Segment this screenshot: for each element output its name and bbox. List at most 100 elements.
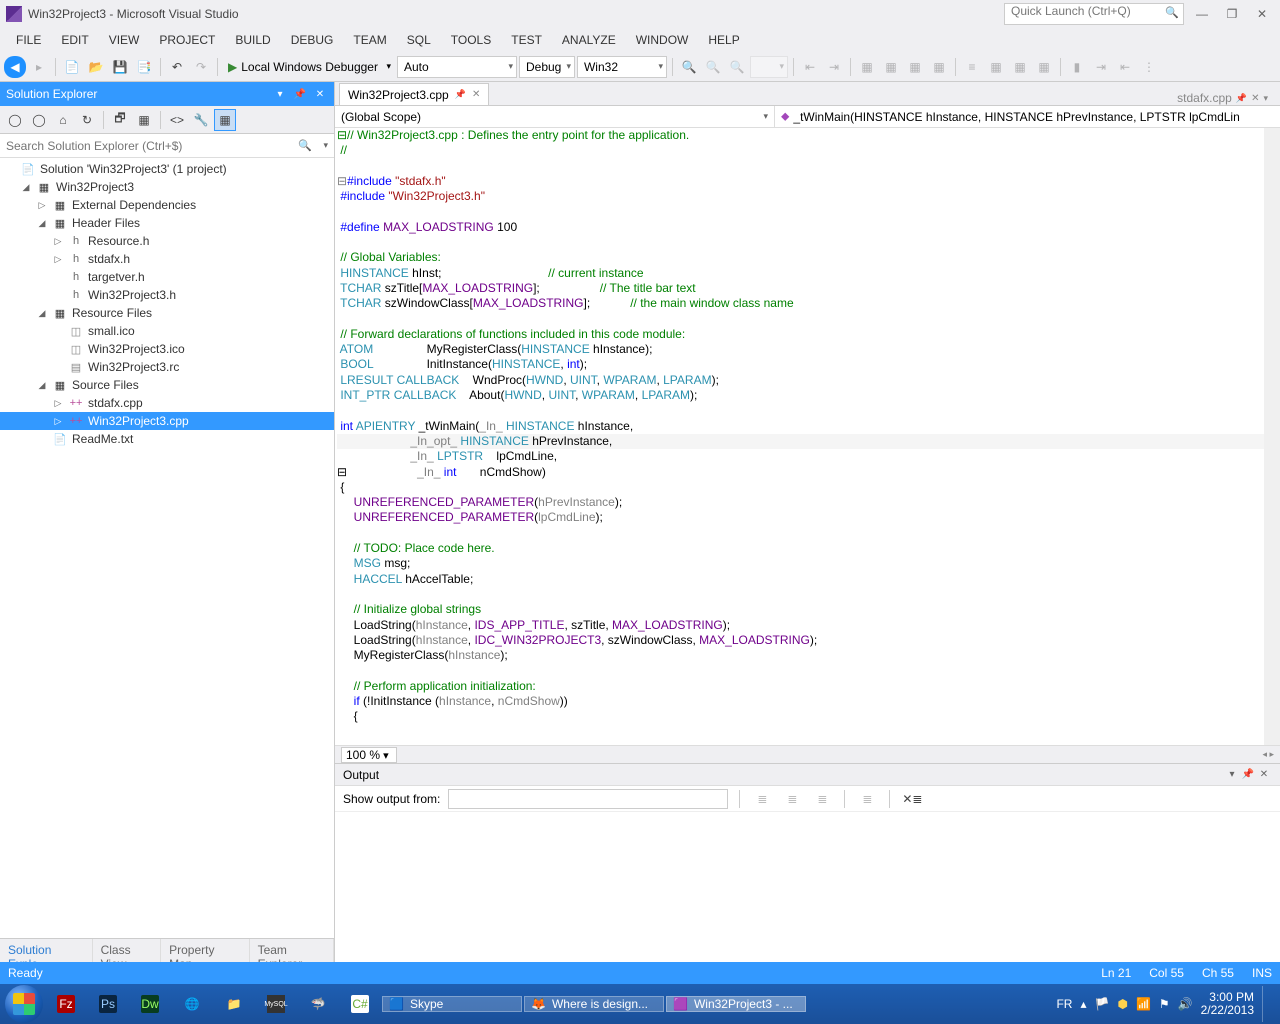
menu-edit[interactable]: EDIT: [51, 29, 98, 51]
tray-net-icon[interactable]: 📶: [1136, 997, 1151, 1011]
se-code-icon[interactable]: <>: [166, 109, 188, 131]
tree-small-ico[interactable]: ◫small.ico: [0, 322, 334, 340]
sidebar-tab-3[interactable]: Team Explorer: [250, 939, 334, 962]
task-chrome[interactable]: 🌐: [172, 986, 212, 1022]
preview-dd-icon[interactable]: ▾: [1263, 93, 1268, 104]
scope-combo-left[interactable]: (Global Scope): [335, 106, 775, 127]
tray-vol-icon[interactable]: 🔊: [1178, 997, 1193, 1011]
sidebar-tab-1[interactable]: Class View: [93, 939, 162, 962]
minimize-button[interactable]: —: [1190, 4, 1214, 24]
panel-dropdown-button[interactable]: ▾: [272, 86, 288, 102]
tree-win32project3-ico[interactable]: ◫Win32Project3.ico: [0, 340, 334, 358]
lang-indicator[interactable]: FR: [1056, 997, 1072, 1011]
task-csharp[interactable]: C#: [340, 986, 380, 1022]
task-where-is-design---[interactable]: 🦊Where is design...: [524, 996, 664, 1012]
task-mysql[interactable]: MySQL: [256, 986, 296, 1022]
preview-pin-icon[interactable]: 📌: [1236, 93, 1247, 104]
close-button[interactable]: ✕: [1250, 4, 1274, 24]
menu-project[interactable]: PROJECT: [149, 29, 225, 51]
tray-av-icon[interactable]: ⬢: [1117, 997, 1127, 1011]
menu-debug[interactable]: DEBUG: [281, 29, 344, 51]
tree-header-files[interactable]: ◢▦Header Files: [0, 214, 334, 232]
restore-button[interactable]: ❐: [1220, 4, 1244, 24]
sidebar-tab-0[interactable]: Solution Explo...: [0, 939, 93, 962]
zoom1-icon[interactable]: 🔍: [702, 56, 724, 78]
quick-launch-input[interactable]: Quick Launch (Ctrl+Q): [1004, 3, 1184, 25]
save-all-button[interactable]: 📑: [133, 56, 155, 78]
tree-solution--win32project3---1-project-[interactable]: 📄Solution 'Win32Project3' (1 project): [0, 160, 334, 178]
new-project-button[interactable]: 📄: [61, 56, 83, 78]
output-source-combo[interactable]: [448, 789, 728, 809]
tree-targetver-h[interactable]: htargetver.h: [0, 268, 334, 286]
pin-icon[interactable]: 📌: [455, 89, 466, 100]
menu-team[interactable]: TEAM: [343, 29, 396, 51]
zoom-combo[interactable]: 100 % ▾: [341, 747, 397, 763]
tab-close-icon[interactable]: ✕: [472, 89, 480, 100]
preview-tab[interactable]: stdafx.cpp 📌 ✕ ▾: [1169, 91, 1276, 105]
config-combo[interactable]: Debug: [519, 56, 575, 78]
save-button[interactable]: 💾: [109, 56, 131, 78]
tree-win32project3-cpp[interactable]: ▷++Win32Project3.cpp: [0, 412, 334, 430]
menu-file[interactable]: FILE: [6, 29, 51, 51]
tray-clock[interactable]: 3:00 PM 2/22/2013: [1201, 991, 1254, 1017]
menu-analyze[interactable]: ANALYZE: [552, 29, 626, 51]
open-button[interactable]: 📂: [85, 56, 107, 78]
solution-search-input[interactable]: [6, 139, 328, 153]
tree-readme-txt[interactable]: 📄ReadMe.txt: [0, 430, 334, 448]
se-showall-icon[interactable]: ▦: [133, 109, 155, 131]
menu-window[interactable]: WINDOW: [626, 29, 699, 51]
task-skype[interactable]: 🟦Skype: [382, 996, 522, 1012]
menu-view[interactable]: VIEW: [99, 29, 150, 51]
se-refresh-icon[interactable]: 🗗: [109, 109, 131, 131]
tree-stdafx-cpp[interactable]: ▷++stdafx.cpp: [0, 394, 334, 412]
output-body[interactable]: [335, 812, 1280, 962]
tree-resource-files[interactable]: ◢▦Resource Files: [0, 304, 334, 322]
find-button[interactable]: 🔍: [678, 56, 700, 78]
panel-pin-button[interactable]: 📌: [292, 86, 308, 102]
tray-up-icon[interactable]: ▴: [1080, 997, 1086, 1011]
tree-source-files[interactable]: ◢▦Source Files: [0, 376, 334, 394]
sidebar-tab-2[interactable]: Property Man...: [161, 939, 249, 962]
tray-flag-icon[interactable]: 🏳️: [1095, 997, 1110, 1011]
menu-tools[interactable]: TOOLS: [441, 29, 501, 51]
se-fwd-icon[interactable]: ◯: [28, 109, 50, 131]
menu-help[interactable]: HELP: [698, 29, 749, 51]
redo-button[interactable]: ↷: [190, 56, 212, 78]
zoom2-icon[interactable]: 🔍: [726, 56, 748, 78]
start-button[interactable]: [4, 986, 44, 1022]
se-preview-icon[interactable]: ▦: [214, 109, 236, 131]
panel-close-button[interactable]: ✕: [312, 86, 328, 102]
task-photoshop[interactable]: Ps: [88, 986, 128, 1022]
menu-build[interactable]: BUILD: [225, 29, 280, 51]
se-home-icon[interactable]: ⌂: [52, 109, 74, 131]
tree-resource-h[interactable]: ▷hResource.h: [0, 232, 334, 250]
se-back-icon[interactable]: ◯: [4, 109, 26, 131]
task-win32project3------[interactable]: 🟪Win32Project3 - ...: [666, 996, 806, 1012]
start-debug-button[interactable]: ▶Local Windows Debugger: [223, 56, 395, 78]
solution-config-combo[interactable]: Auto: [397, 56, 517, 78]
system-tray[interactable]: FR ▴ 🏳️ ⬢ 📶 ⚑ 🔊 3:00 PM 2/22/2013: [1050, 986, 1276, 1022]
task-explorer[interactable]: 📁: [214, 986, 254, 1022]
show-desktop-button[interactable]: [1262, 986, 1270, 1022]
scope-combo-right[interactable]: ⬥ _tWinMain(HINSTANCE hInstance, HINSTAN…: [775, 106, 1280, 127]
se-prop-icon[interactable]: 🔧: [190, 109, 212, 131]
output-close-button[interactable]: ✕: [1256, 767, 1272, 783]
nav-back-button[interactable]: ◀: [4, 56, 26, 78]
output-pin-button[interactable]: 📌: [1240, 767, 1256, 783]
tree-win32project3[interactable]: ◢▦Win32Project3: [0, 178, 334, 196]
undo-button[interactable]: ↶: [166, 56, 188, 78]
solution-tree[interactable]: 📄Solution 'Win32Project3' (1 project)◢▦W…: [0, 158, 334, 938]
vertical-scrollbar[interactable]: [1264, 128, 1280, 745]
out-b5-icon[interactable]: ✕≣: [901, 788, 923, 810]
output-dd-button[interactable]: ▾: [1224, 767, 1240, 783]
platform-combo[interactable]: Win32: [577, 56, 667, 78]
preview-close-icon[interactable]: ✕: [1251, 93, 1259, 104]
solution-search[interactable]: ▾: [0, 134, 334, 158]
tree-external-dependencies[interactable]: ▷▦External Dependencies: [0, 196, 334, 214]
tree-win32project3-h[interactable]: hWin32Project3.h: [0, 286, 334, 304]
task-filezilla[interactable]: Fz: [46, 986, 86, 1022]
se-sync-icon[interactable]: ↻: [76, 109, 98, 131]
nav-fwd-button[interactable]: ▸: [28, 56, 50, 78]
menu-test[interactable]: TEST: [501, 29, 552, 51]
tree-win32project3-rc[interactable]: ▤Win32Project3.rc: [0, 358, 334, 376]
